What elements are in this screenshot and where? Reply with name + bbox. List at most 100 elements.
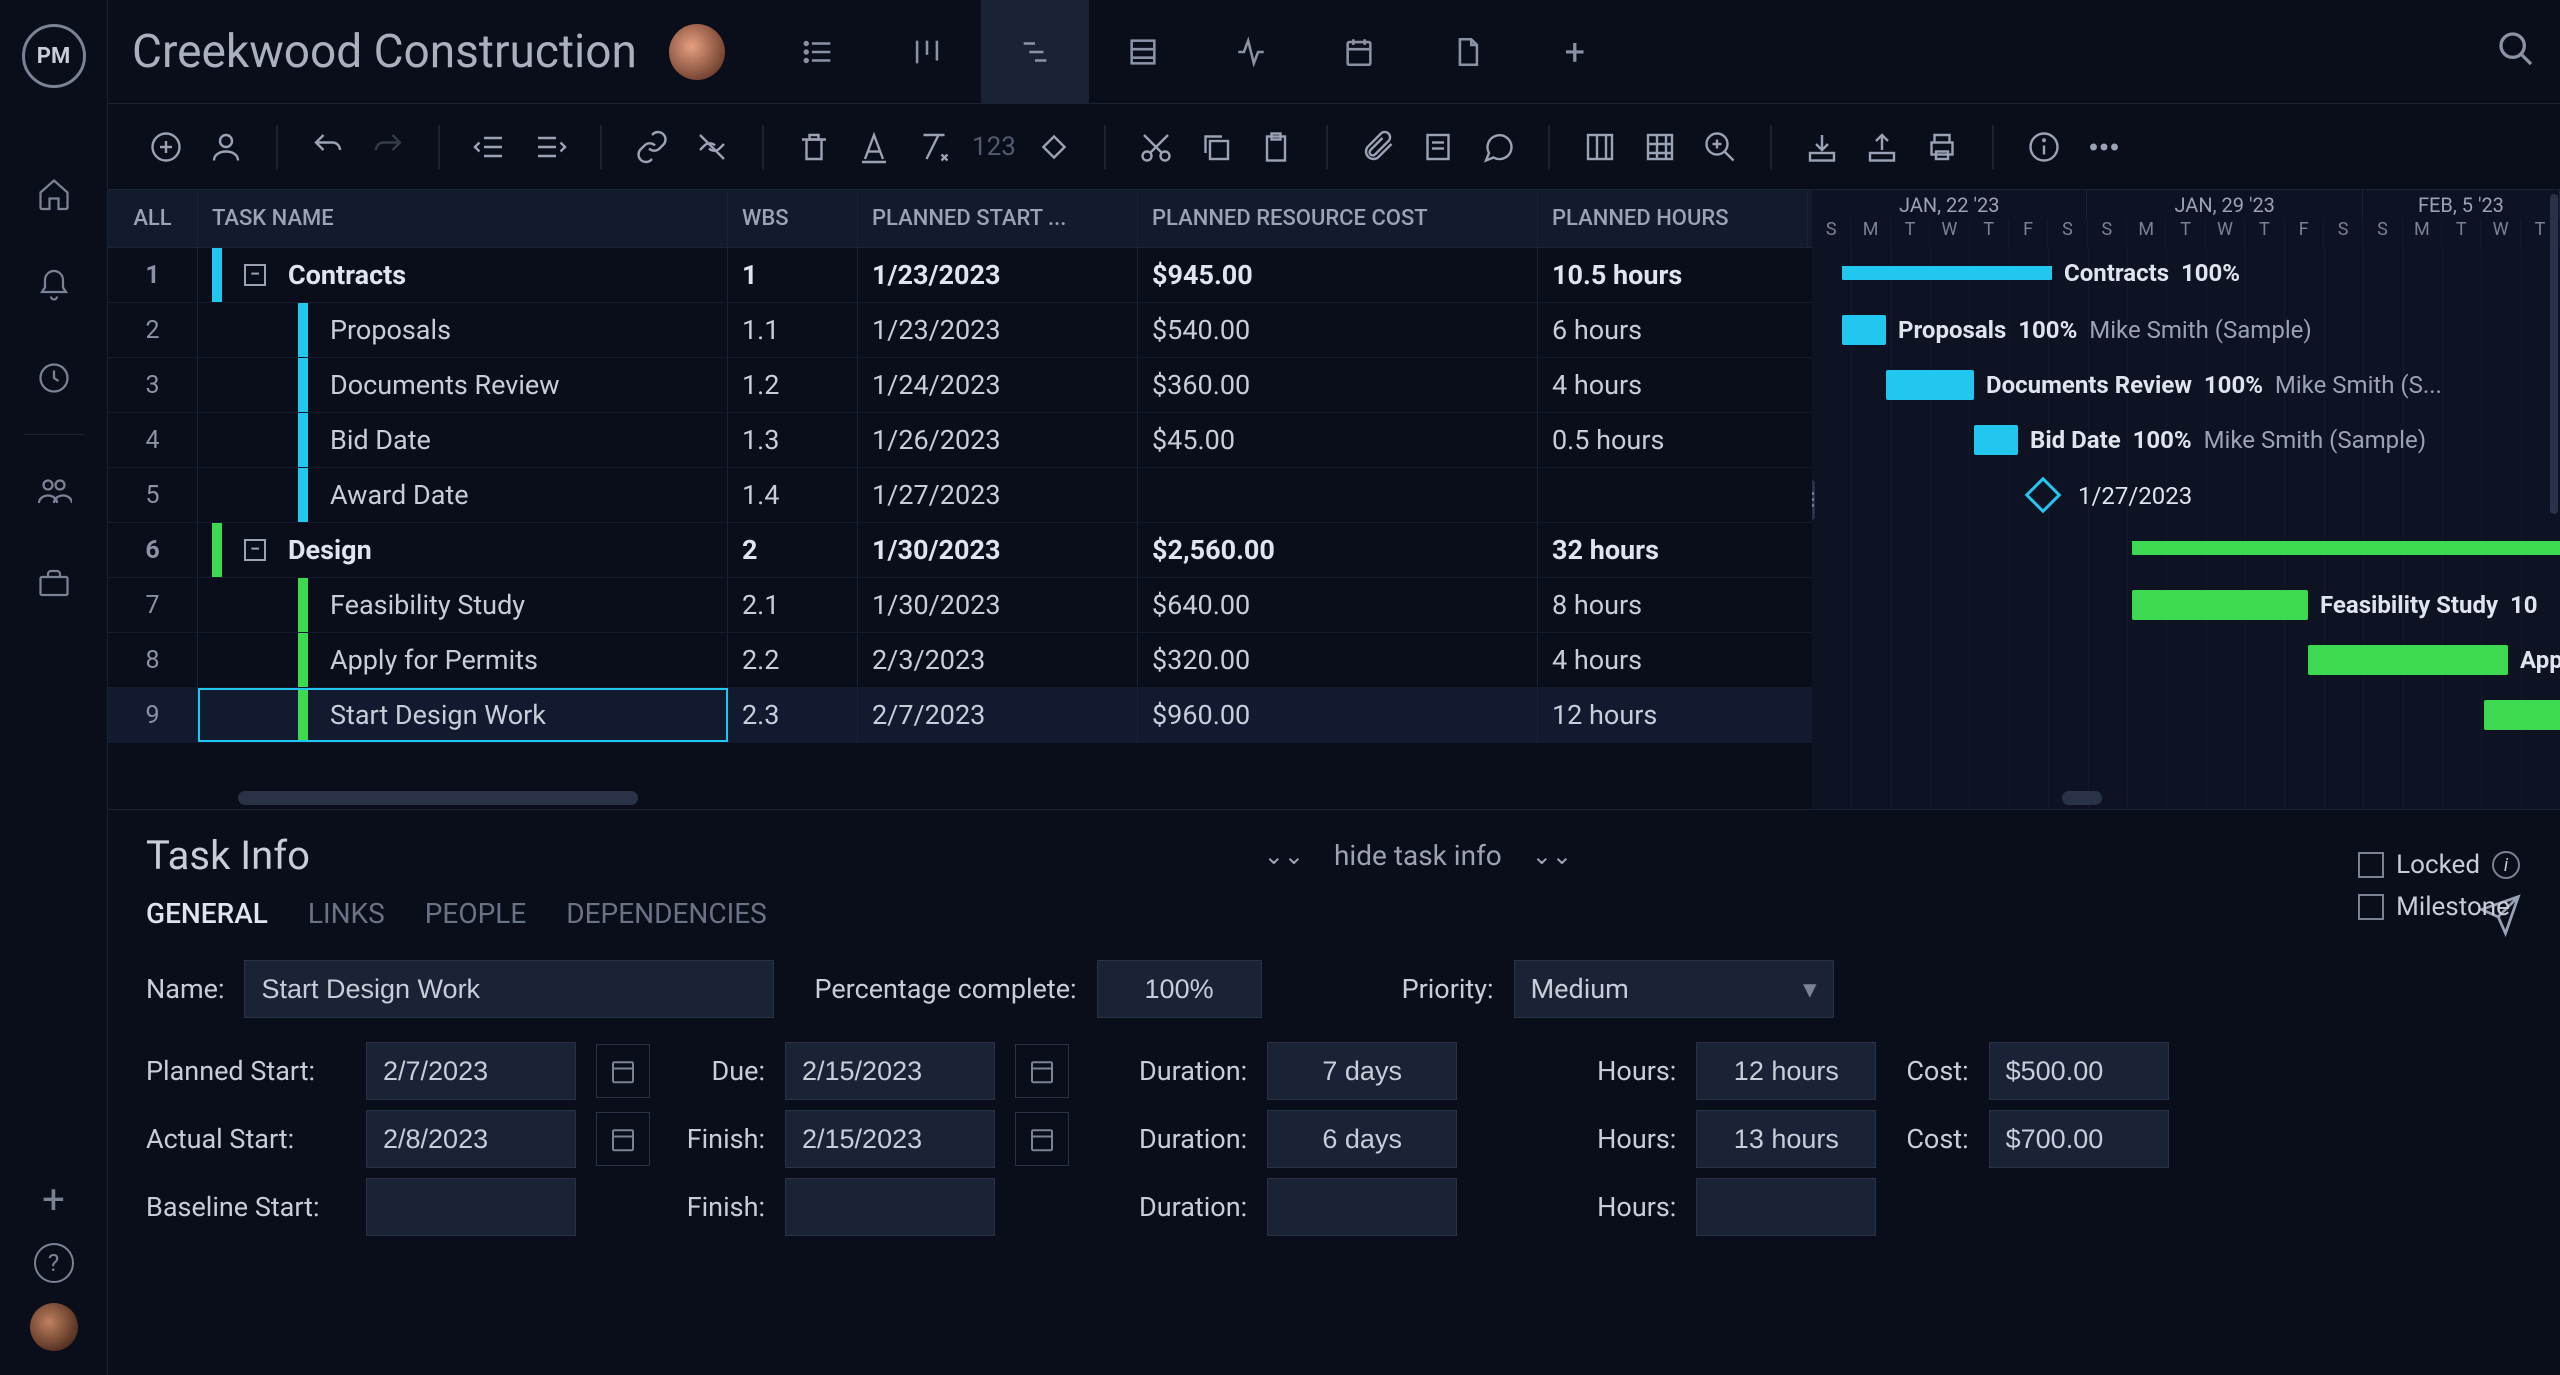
notes-icon[interactable]: [1410, 119, 1466, 175]
planned-start-input[interactable]: [366, 1042, 576, 1100]
tab-links[interactable]: LINKS: [308, 897, 385, 930]
task-row[interactable]: 2Proposals1.11/23/2023$540.006 hours: [108, 303, 1812, 358]
app-logo[interactable]: PM: [22, 24, 86, 88]
task-row[interactable]: 5Award Date1.41/27/2023: [108, 468, 1812, 523]
tab-dependencies[interactable]: DEPENDENCIES: [566, 897, 766, 930]
view-list-icon[interactable]: [765, 0, 873, 103]
info-icon[interactable]: [2016, 119, 2072, 175]
attachment-icon[interactable]: [1350, 119, 1406, 175]
view-file-icon[interactable]: [1413, 0, 1521, 103]
p-cost-input[interactable]: [1989, 1042, 2169, 1100]
p-duration-input[interactable]: [1267, 1042, 1457, 1100]
nav-briefcase-icon[interactable]: [26, 555, 82, 611]
gantt-h-scrollbar[interactable]: [1812, 787, 2560, 809]
import-icon[interactable]: [1794, 119, 1850, 175]
col-wbs[interactable]: WBS: [728, 190, 858, 247]
finish-calendar-icon[interactable]: [1015, 1112, 1069, 1166]
locked-info-icon[interactable]: i: [2492, 851, 2520, 879]
locked-checkbox[interactable]: Lockedi: [2358, 850, 2520, 880]
nav-add-button[interactable]: +: [42, 1176, 65, 1223]
task-row[interactable]: 8Apply for Permits2.22/3/2023$320.004 ho…: [108, 633, 1812, 688]
collapse-down-icon[interactable]: ⌄⌄: [1264, 842, 1304, 870]
task-name-cell[interactable]: Documents Review: [198, 358, 728, 412]
col-planned-hours[interactable]: PLANNED HOURS: [1538, 190, 1808, 247]
a-cost-input[interactable]: [1989, 1110, 2169, 1168]
task-name-cell[interactable]: Award Date: [198, 468, 728, 522]
delete-icon[interactable]: [786, 119, 842, 175]
a-hours-input[interactable]: [1696, 1110, 1876, 1168]
milestone-diamond-icon[interactable]: [1026, 119, 1082, 175]
view-calendar-icon[interactable]: [1305, 0, 1413, 103]
priority-select[interactable]: Medium▾: [1514, 960, 1834, 1018]
baseline-start-input[interactable]: [366, 1178, 576, 1236]
milestone-checkbox[interactable]: Milestone: [2358, 892, 2520, 922]
col-planned-start[interactable]: PLANNED START ...: [858, 190, 1138, 247]
comment-icon[interactable]: [1470, 119, 1526, 175]
gantt-bar[interactable]: Bid Date 100% Mike Smith (Sample): [1974, 425, 2018, 455]
cut-icon[interactable]: [1128, 119, 1184, 175]
view-sheet-icon[interactable]: [1089, 0, 1197, 103]
task-row[interactable]: 1−Contracts11/23/2023$945.0010.5 hours: [108, 248, 1812, 303]
project-avatar[interactable]: [669, 24, 725, 80]
assign-icon[interactable]: [198, 119, 254, 175]
gantt-bar[interactable]: [2132, 541, 2560, 555]
pct-input[interactable]: [1097, 960, 1262, 1018]
collapse-icon[interactable]: −: [244, 539, 266, 561]
search-icon[interactable]: [2496, 29, 2536, 75]
due-calendar-icon[interactable]: [1015, 1044, 1069, 1098]
outdent-icon[interactable]: [462, 119, 518, 175]
more-icon[interactable]: [2076, 119, 2132, 175]
clear-format-icon[interactable]: [906, 119, 962, 175]
undo-icon[interactable]: [300, 119, 356, 175]
grid-h-scrollbar[interactable]: [108, 787, 1812, 809]
task-row[interactable]: 9Start Design Work2.32/7/2023$960.0012 h…: [108, 688, 1812, 743]
task-name-cell[interactable]: −Contracts: [198, 248, 728, 302]
b-finish-input[interactable]: [785, 1178, 995, 1236]
col-task-name[interactable]: TASK NAME: [198, 190, 728, 247]
a-duration-input[interactable]: [1267, 1110, 1457, 1168]
collapse-down-icon-2[interactable]: ⌄⌄: [1532, 842, 1572, 870]
task-name-cell[interactable]: Apply for Permits: [198, 633, 728, 687]
b-hours-input[interactable]: [1696, 1178, 1876, 1236]
view-gantt-icon[interactable]: [981, 0, 1089, 103]
grid-icon[interactable]: [1632, 119, 1688, 175]
gantt-bar[interactable]: Proposals 100% Mike Smith (Sample): [1842, 315, 1886, 345]
export-icon[interactable]: [1854, 119, 1910, 175]
actual-start-calendar-icon[interactable]: [596, 1112, 650, 1166]
nav-recent-icon[interactable]: [26, 350, 82, 406]
task-name-cell[interactable]: −Design: [198, 523, 728, 577]
task-name-cell[interactable]: Bid Date: [198, 413, 728, 467]
task-row[interactable]: 4Bid Date1.31/26/2023$45.000.5 hours: [108, 413, 1812, 468]
add-view-button[interactable]: +: [1521, 0, 1629, 103]
collapse-icon[interactable]: −: [244, 264, 266, 286]
b-duration-input[interactable]: [1267, 1178, 1457, 1236]
due-input[interactable]: [785, 1042, 995, 1100]
link-icon[interactable]: [624, 119, 680, 175]
planned-start-calendar-icon[interactable]: [596, 1044, 650, 1098]
redo-icon[interactable]: [360, 119, 416, 175]
format-text-icon[interactable]: [846, 119, 902, 175]
current-user-avatar[interactable]: [30, 1303, 78, 1351]
task-name-cell[interactable]: Feasibility Study: [198, 578, 728, 632]
p-hours-input[interactable]: [1696, 1042, 1876, 1100]
nav-team-icon[interactable]: [26, 463, 82, 519]
columns-icon[interactable]: [1572, 119, 1628, 175]
view-status-icon[interactable]: [1197, 0, 1305, 103]
gantt-bar[interactable]: Apply f: [2308, 645, 2508, 675]
task-row[interactable]: 7Feasibility Study2.11/30/2023$640.008 h…: [108, 578, 1812, 633]
task-row[interactable]: 6−Design21/30/2023$2,560.0032 hours: [108, 523, 1812, 578]
col-planned-cost[interactable]: PLANNED RESOURCE COST: [1138, 190, 1538, 247]
hide-task-info-link[interactable]: hide task info: [1334, 839, 1502, 872]
task-row[interactable]: 3Documents Review1.21/24/2023$360.004 ho…: [108, 358, 1812, 413]
gantt-body[interactable]: Contracts 100%Proposals 100% Mike Smith …: [1812, 248, 2560, 809]
copy-icon[interactable]: [1188, 119, 1244, 175]
tab-general[interactable]: GENERAL: [146, 897, 268, 930]
unlink-icon[interactable]: [684, 119, 740, 175]
nav-notifications-icon[interactable]: [26, 258, 82, 314]
gantt-bar[interactable]: Documents Review 100% Mike Smith (S...: [1886, 370, 1974, 400]
task-name-cell[interactable]: Proposals: [198, 303, 728, 357]
nav-help-icon[interactable]: ?: [34, 1243, 74, 1283]
print-icon[interactable]: [1914, 119, 1970, 175]
finish-input[interactable]: [785, 1110, 995, 1168]
indent-icon[interactable]: [522, 119, 578, 175]
